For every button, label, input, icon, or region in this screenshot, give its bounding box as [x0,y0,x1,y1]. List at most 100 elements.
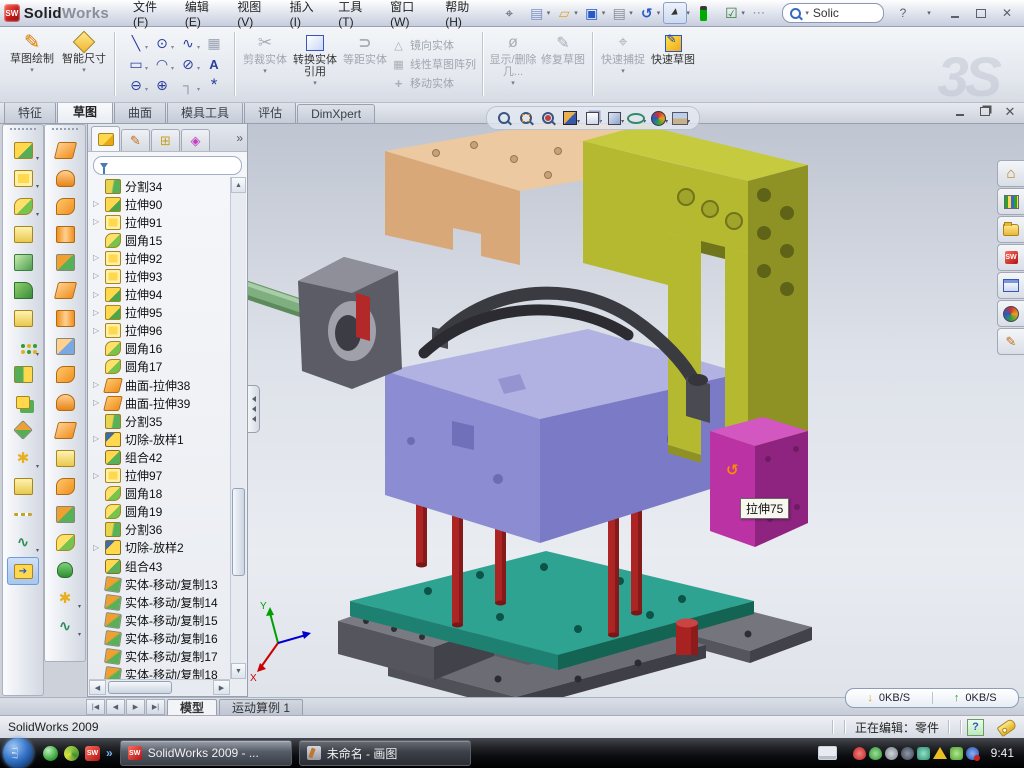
feature-tree-item[interactable]: ▷ 圆角18 [90,485,230,503]
toolbar-button[interactable]: ▾ [8,389,38,415]
toolbar-button[interactable]: ∿ ▾ [50,613,80,639]
toolbar-button[interactable]: ▾ [50,221,80,247]
quick-access-button[interactable] [581,3,603,23]
feature-tree-item[interactable]: ▷ 拉伸94 [90,286,230,304]
tray-icon[interactable] [853,747,866,760]
dropdown-arrow-icon[interactable]: ▾ [78,603,81,610]
scroll-thumb[interactable] [108,681,172,694]
feature-tree-item[interactable]: ▷ 组合43 [90,557,230,575]
feature-manager-tab[interactable] [121,129,150,151]
dropdown-arrow-icon[interactable]: ▾ [78,631,81,638]
dropdown-arrow-icon[interactable]: ▾ [36,351,39,358]
menu-item[interactable]: 编辑(E) [175,0,227,26]
toolbar-button[interactable]: ▾ [8,137,38,163]
tray-icon[interactable] [901,747,914,760]
feature-tree-item[interactable]: ▷ 实体-移动/复制15 [90,611,230,629]
help-button[interactable]: ? [894,5,912,21]
quick-launch-icon[interactable]: SW [85,746,100,761]
quick-launch-icon[interactable] [64,746,79,761]
toolbar-button[interactable]: ▾ [50,193,80,219]
dropdown-arrow-icon[interactable]: ▾ [197,44,200,51]
menu-item[interactable]: 工具(T) [328,0,380,26]
tray-icon[interactable] [933,747,947,759]
sketch-entity-button[interactable]: ▾ [124,75,148,96]
rapid-sketch-button[interactable]: 快速草图 [648,26,698,102]
quick-access-button[interactable] [553,3,575,23]
assembly-model[interactable]: ↺ Y X [248,123,1024,697]
sketch-button[interactable]: 草图绘制 ▾ [6,26,58,102]
toolbar-button[interactable]: ➔ ▾ [7,557,39,585]
sketch-entity-button[interactable]: ▾ [202,75,226,96]
input-language-icon[interactable] [818,746,837,760]
document-tab[interactable]: 运动算例 1 [219,699,303,715]
task-pane-button[interactable] [997,300,1024,327]
expand-arrow-icon[interactable]: ▷ [93,308,99,317]
feature-tree-item[interactable]: ▷ 拉伸92 [90,249,230,267]
scroll-up-icon[interactable]: ▲ [231,177,246,193]
tags-icon[interactable] [996,717,1017,736]
dropdown-arrow-icon[interactable]: ▾ [30,66,34,74]
expand-arrow-icon[interactable]: ▷ [93,326,99,335]
menu-item[interactable]: 窗口(W) [380,0,435,26]
quick-access-button[interactable] [693,3,715,23]
document-tab[interactable]: 模型 [167,699,217,715]
task-pane-button[interactable] [997,272,1024,299]
toolbar-button[interactable]: ▾ [50,249,80,275]
task-pane-button[interactable] [997,188,1024,215]
toolbar-button[interactable]: ▾ [8,221,38,247]
menu-item[interactable]: 帮助(H) [435,0,488,26]
doc-close-button[interactable]: ✕ [1002,104,1018,119]
feature-tree-item[interactable]: ▷ 圆角19 [90,503,230,521]
tree-horizontal-scrollbar[interactable]: ◀ ▶ [89,679,230,695]
toolbar-button[interactable]: ▾ [50,333,80,359]
expand-arrow-icon[interactable]: ▷ [93,380,99,389]
graphics-viewport[interactable]: ↺ Y X [248,123,1024,697]
task-pane-button[interactable]: SW [997,244,1024,271]
quick-access-button[interactable] [526,3,548,23]
quick-access-button[interactable] [720,3,742,23]
view-tool-button[interactable] [583,109,601,127]
feature-tree-item[interactable]: ▷ 分割35 [90,412,230,430]
quick-launch-icon[interactable] [43,746,58,761]
toolbar-button[interactable]: ▾ [50,557,80,583]
feature-tree-item[interactable]: ▷ 实体-移动/复制17 [90,647,230,665]
feature-tree-item[interactable]: ▷ 实体-移动/复制18 [90,666,230,679]
toolbar-grip[interactable] [52,128,78,135]
scroll-thumb[interactable] [232,488,245,575]
expand-arrow-icon[interactable]: ▷ [93,398,99,407]
feature-tree-item[interactable]: ▷ 拉伸91 [90,213,230,231]
command-tab[interactable]: DimXpert [297,104,375,123]
dropdown-arrow-icon[interactable]: ▾ [36,183,39,190]
toolbar-button[interactable]: ✱ ▾ [50,585,80,611]
toolbar-button[interactable]: ▾ [50,165,80,191]
toolbar-button[interactable]: ▾ [50,137,80,163]
tray-icon[interactable] [966,747,979,760]
quick-access-button[interactable] [608,3,630,23]
toolbar-button[interactable]: ▾ [50,305,80,331]
feature-tree-item[interactable]: ▷ 实体-移动/复制16 [90,629,230,647]
toolbar-button[interactable]: ▾ [50,277,80,303]
toolbar-button[interactable]: ▾ [50,501,80,527]
feature-tree-item[interactable]: ▷ 拉伸97 [90,467,230,485]
sketch-entity-button[interactable]: ▾ [202,54,226,75]
feature-tree-item[interactable]: ▷ 拉伸96 [90,322,230,340]
view-tool-button[interactable] [627,109,645,127]
tray-icon[interactable] [950,747,963,760]
toolbar-button[interactable]: ✱ ▾ [8,445,38,471]
menu-item[interactable]: 视图(V) [227,0,279,26]
sketch-entity-button[interactable]: ▾ [176,75,200,96]
task-pane-button[interactable] [997,160,1024,187]
view-tool-button[interactable] [649,109,667,127]
feature-manager-tab[interactable] [151,129,180,151]
tray-icon[interactable] [869,747,882,760]
toolbar-button[interactable]: ▾ [50,445,80,471]
feature-tree-item[interactable]: ▷ 曲面-拉伸38 [90,376,230,394]
expand-arrow-icon[interactable]: ▷ [93,199,99,208]
feature-tree-item[interactable]: ▷ 拉伸93 [90,267,230,285]
scroll-right-icon[interactable]: ▶ [213,680,230,695]
sketch-entity-button[interactable]: ▾ [150,33,174,54]
quick-launch-icon[interactable]: » [106,746,113,761]
sketch-entity-button[interactable]: ▾ [202,33,226,54]
view-tool-button[interactable] [517,109,535,127]
minimize-button[interactable] [946,5,964,21]
